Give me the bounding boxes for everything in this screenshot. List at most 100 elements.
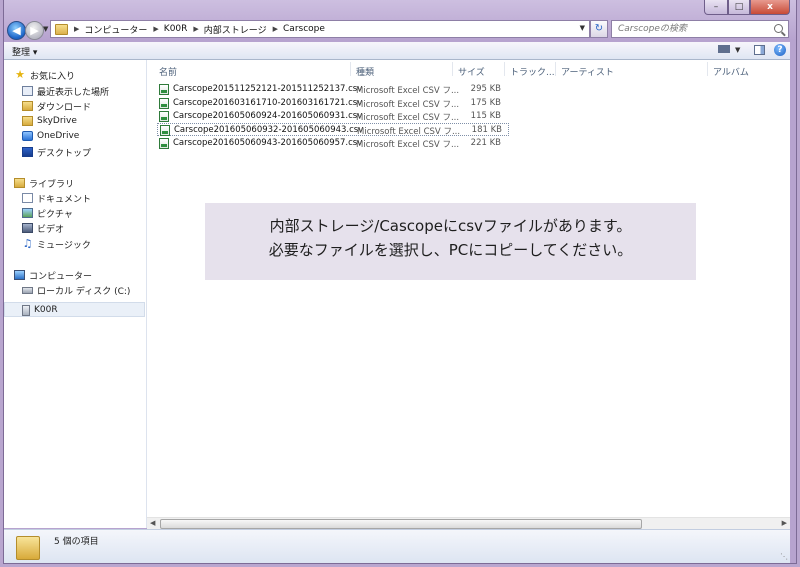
nav-label: SkyDrive [37,116,77,126]
address-bar[interactable]: ▶ コンピューター ▶ K00R ▶ 内部ストレージ ▶ Carscope ▼ [50,20,590,38]
file-name: Carscope201603161710-201603161721.csv [173,98,363,108]
csv-file-icon [159,111,169,122]
column-divider[interactable] [504,62,505,76]
column-header-artist[interactable]: アーティスト [561,65,614,78]
file-size: 221 KB [470,138,501,148]
arrow-right-icon: ▶ [30,24,39,37]
refresh-icon: ↻ [594,23,604,34]
note-line-1: 内部ストレージ/Cascopeにcsvファイルがあります。 [269,217,632,235]
onedrive-icon [22,131,33,141]
libraries-icon [14,178,25,188]
nav-label: OneDrive [37,131,80,141]
column-divider[interactable] [452,62,453,76]
nav-computer[interactable]: コンピューター [14,268,92,282]
navigation-pane: ★ お気に入り 最近表示した場所 ダウンロード SkyDrive OneDriv… [4,60,147,528]
change-view-icon[interactable] [718,45,730,55]
breadcrumb-computer[interactable]: コンピューター [84,23,147,36]
breadcrumb-folder[interactable]: Carscope [283,24,325,34]
caption-buttons: – □ x [704,0,790,15]
table-row[interactable]: Carscope201605060932-201605060943.csv Mi… [157,123,509,137]
file-size: 175 KB [470,98,501,108]
search-placeholder: Carscopeの検索 [618,24,687,34]
downloads-folder-icon [22,101,33,111]
command-bar: 整理 ▾ ▼ ? [4,42,790,60]
back-button[interactable]: ◀ [7,21,26,40]
nav-libraries[interactable]: ライブラリ [14,176,74,190]
csv-file-icon [159,84,169,95]
nav-label: 最近表示した場所 [37,87,110,98]
file-list: 名前 種類 サイズ トラック... アーティスト アルバム Carscope20… [147,60,790,528]
minimize-button[interactable]: – [704,0,728,15]
scrollbar-thumb[interactable] [160,519,642,529]
nav-label: ローカル ディスク (C:) [37,286,131,297]
search-input[interactable]: Carscopeの検索 [611,20,789,38]
portable-device-icon [22,304,30,316]
column-header-album[interactable]: アルバム [713,65,749,78]
chevron-down-icon[interactable]: ▼ [580,24,585,32]
file-name: Carscope201605060943-201605060957.csv [173,138,363,148]
nav-skydrive[interactable]: SkyDrive [22,114,77,128]
recent-places-icon [22,86,33,96]
nav-k00r[interactable]: K00R [22,303,58,317]
nav-music[interactable]: ♫ ミュージック [22,237,91,251]
nav-label: ビデオ [37,224,65,235]
table-row[interactable]: Carscope201605060943-201605060957.csv Mi… [157,137,509,150]
column-header-size[interactable]: サイズ [458,65,485,78]
chevron-right-icon[interactable]: ▶ [193,25,198,33]
file-type: Microsoft Excel CSV フ... [357,127,461,137]
file-name: Carscope201605060924-201605060931.csv [173,111,363,121]
item-count: 5 個の項目 [54,537,99,547]
recent-pages-dropdown[interactable]: ▼ [43,25,48,33]
nav-videos[interactable]: ビデオ [22,221,64,235]
nav-documents[interactable]: ドキュメント [22,191,91,205]
nav-recent-places[interactable]: 最近表示した場所 [22,84,109,98]
music-icon: ♫ [22,237,33,250]
scroll-right-arrow[interactable]: ▶ [782,519,787,527]
file-name: Carscope201605060932-201605060943.csv [174,125,364,135]
chevron-right-icon[interactable]: ▶ [74,25,79,33]
column-divider[interactable] [707,62,708,76]
chevron-down-icon[interactable]: ▼ [735,46,740,54]
nav-local-disk[interactable]: ローカル ディスク (C:) [22,283,130,297]
csv-file-icon [159,98,169,109]
preview-pane-icon[interactable] [754,45,765,55]
column-divider[interactable] [555,62,556,76]
refresh-button[interactable]: ↻ [590,20,608,38]
column-header-type[interactable]: 種類 [356,65,374,78]
maximize-button[interactable]: □ [728,0,750,15]
table-row[interactable]: Carscope201605060924-201605060931.csv Mi… [157,110,509,123]
details-pane: 5 個の項目 ⋱ [4,529,790,563]
table-row[interactable]: Carscope201511252121-201511252137.csv Mi… [157,83,509,96]
nav-onedrive[interactable]: OneDrive [22,129,79,143]
documents-icon [22,193,33,203]
chevron-right-icon[interactable]: ▶ [273,25,278,33]
forward-button[interactable]: ▶ [25,21,44,40]
file-type: Microsoft Excel CSV フ... [356,140,460,150]
column-header-name[interactable]: 名前 [159,65,177,78]
file-type: Microsoft Excel CSV フ... [356,86,460,96]
chevron-right-icon[interactable]: ▶ [153,25,158,33]
nav-favorites[interactable]: ★ お気に入り [14,68,75,82]
nav-downloads[interactable]: ダウンロード [22,99,91,113]
nav-label: お気に入り [30,71,76,82]
column-header-track[interactable]: トラック... [510,65,555,78]
nav-label: ピクチャ [37,209,73,220]
resize-grip-icon[interactable]: ⋱ [780,552,788,561]
breadcrumb-device[interactable]: K00R [164,24,188,34]
scroll-left-arrow[interactable]: ◀ [150,519,155,527]
videos-icon [22,223,33,233]
table-row[interactable]: Carscope201603161710-201603161721.csv Mi… [157,97,509,110]
desktop-icon [22,147,33,157]
file-type: Microsoft Excel CSV フ... [356,100,460,110]
nav-label: コンピューター [29,271,93,282]
nav-desktop[interactable]: デスクトップ [22,145,91,159]
column-divider[interactable] [350,62,351,76]
file-size: 115 KB [470,111,501,121]
csv-file-icon [159,138,169,149]
organize-button[interactable]: 整理 ▾ [12,45,37,58]
arrow-left-icon: ◀ [12,24,21,37]
close-button[interactable]: x [750,0,790,15]
help-icon[interactable]: ? [774,44,786,56]
nav-pictures[interactable]: ピクチャ [22,206,73,220]
breadcrumb-storage[interactable]: 内部ストレージ [204,23,267,36]
